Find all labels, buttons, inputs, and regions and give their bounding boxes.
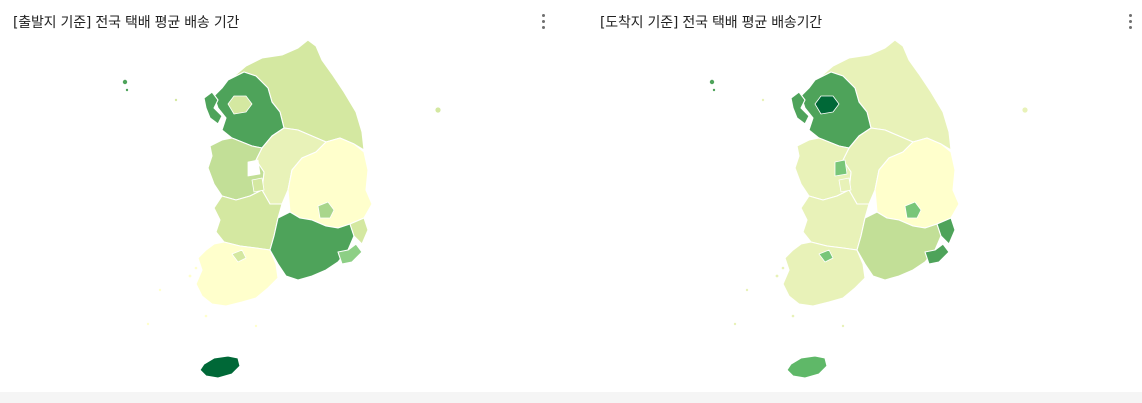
region-jeju[interactable] xyxy=(199,355,241,379)
islet-jeonnam xyxy=(254,324,258,328)
korea-choropleth-map xyxy=(709,39,1028,379)
islet-jeonnam xyxy=(146,322,150,326)
islet-jeonnam xyxy=(745,288,749,292)
islet-incheon xyxy=(709,79,715,85)
islet-jeonnam xyxy=(204,314,208,318)
panel-origin: [출발지 기준] 전국 택배 평균 배송 기간 xyxy=(0,0,571,392)
islet-jeonnam xyxy=(733,322,737,326)
region-sejong[interactable] xyxy=(834,159,848,177)
islet-jeonnam xyxy=(158,288,162,292)
islet-incheon xyxy=(125,88,129,92)
islet-incheon xyxy=(122,79,128,85)
korea-choropleth-map xyxy=(122,39,441,379)
islet-gangwon xyxy=(174,98,178,102)
panel-destination: [도착지 기준] 전국 택배 평균 배송기간 xyxy=(571,0,1142,392)
islet-jeonnam xyxy=(194,266,198,270)
islet-jeonnam xyxy=(188,274,192,278)
region-daejeon[interactable] xyxy=(838,177,852,193)
islet-gangwon xyxy=(761,98,765,102)
islet-jeonnam xyxy=(791,314,795,318)
islet-jeonnam xyxy=(781,266,785,270)
islet-gangwon xyxy=(1022,107,1028,113)
islet-jeonnam xyxy=(775,274,779,278)
islet-gangwon xyxy=(435,107,441,113)
region-jeju[interactable] xyxy=(786,355,828,379)
islet-jeonnam xyxy=(841,324,845,328)
islet-incheon xyxy=(712,88,716,92)
dashboard: [출발지 기준] 전국 택배 평균 배송 기간 [도착지 기준] 전국 택배 평… xyxy=(0,0,1142,392)
region-daejeon[interactable] xyxy=(251,177,265,193)
region-sejong[interactable] xyxy=(247,159,261,177)
